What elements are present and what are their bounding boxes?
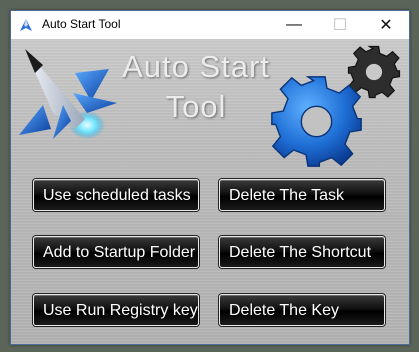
- app-window: Auto Start Tool — ☐ ✕ Auto Start Tool Us…: [10, 10, 410, 345]
- add-startup-folder-button[interactable]: Add to Startup Folder: [33, 236, 199, 268]
- minimize-button[interactable]: —: [271, 11, 317, 39]
- delete-shortcut-button[interactable]: Delete The Shortcut: [219, 236, 385, 268]
- maximize-button[interactable]: ☐: [317, 11, 363, 39]
- close-button[interactable]: ✕: [363, 11, 409, 39]
- delete-task-button[interactable]: Delete The Task: [219, 179, 385, 211]
- delete-key-button[interactable]: Delete The Key: [219, 294, 385, 326]
- use-run-registry-button[interactable]: Use Run Registry key: [33, 294, 199, 326]
- gear-icon: [271, 76, 362, 167]
- app-rocket-icon: [20, 19, 32, 31]
- main-panel: Auto Start Tool Use scheduled tasks Dele…: [11, 39, 409, 344]
- use-scheduled-tasks-button[interactable]: Use scheduled tasks: [33, 179, 199, 211]
- window-title: Auto Start Tool: [42, 17, 121, 31]
- title-bar[interactable]: Auto Start Tool — ☐ ✕: [11, 11, 409, 39]
- app-heading: Auto Start Tool: [111, 47, 281, 127]
- heading-line-2: Tool: [165, 89, 227, 124]
- heading-line-1: Auto Start: [122, 49, 270, 84]
